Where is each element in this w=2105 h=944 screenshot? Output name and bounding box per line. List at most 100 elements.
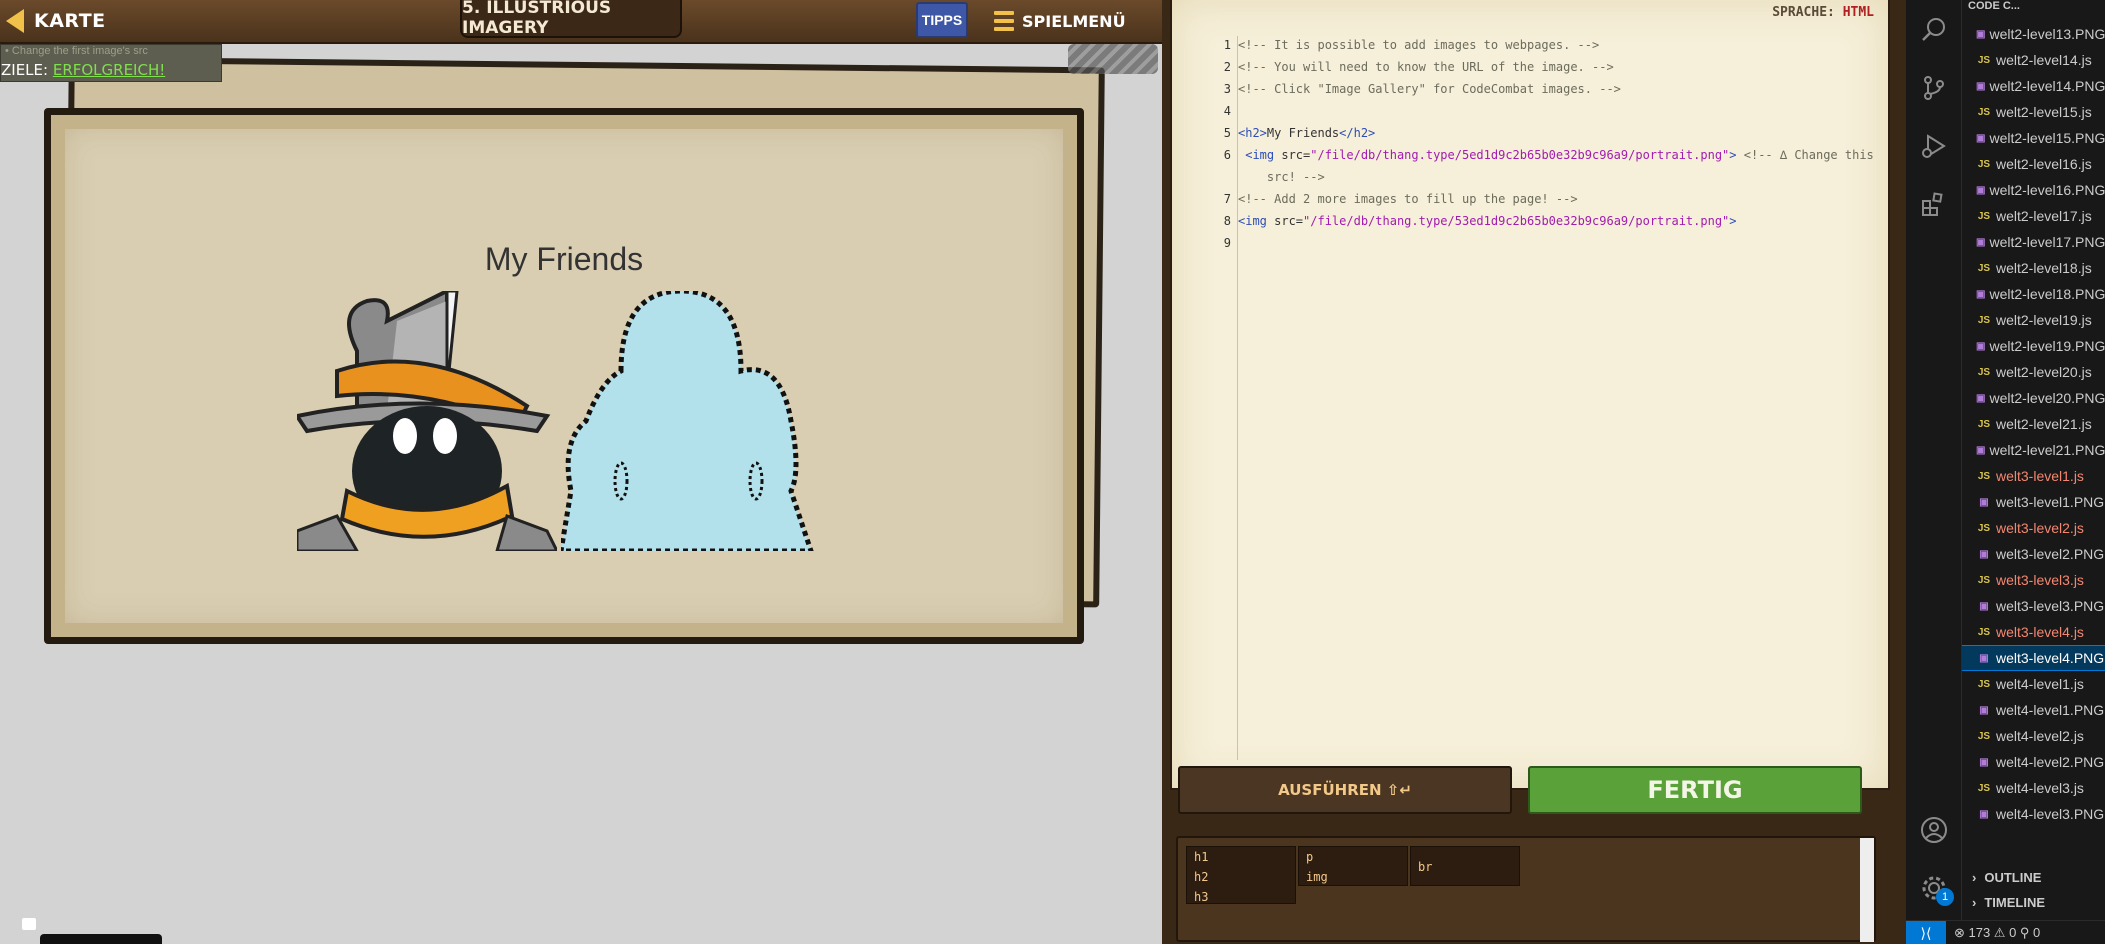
- code-token: <!-- It is possible to add images to web…: [1238, 38, 1600, 52]
- file-item[interactable]: ▣ welt2-level15.PNG: [1962, 126, 2105, 150]
- account-icon[interactable]: [1920, 816, 1948, 844]
- file-name: welt4-level3.PNG: [1996, 806, 2105, 822]
- file-item[interactable]: JS welt4-level1.js: [1962, 672, 2105, 696]
- game-top-bar: KARTE 5. ILLUSTRIOUS IMAGERY TIPPS SPIEL…: [0, 0, 1162, 44]
- snippet-p[interactable]: p: [1306, 850, 1313, 864]
- file-item[interactable]: ▣ welt2-level14.PNG: [1962, 74, 2105, 98]
- file-name: welt3-level1.PNG: [1996, 494, 2105, 510]
- code-line[interactable]: <img src="/file/db/thang.type/53ed1d9c2b…: [1238, 214, 1737, 228]
- file-item[interactable]: ▣ welt3-level2.PNG: [1962, 542, 2105, 566]
- file-item[interactable]: JS welt2-level19.js: [1962, 308, 2105, 332]
- file-name: welt2-level16.js: [1996, 156, 2092, 172]
- wizard-portrait: [297, 291, 557, 551]
- file-item[interactable]: JS welt2-level14.js: [1962, 48, 2105, 72]
- image-file-icon: ▣: [1976, 288, 1986, 300]
- code-line[interactable]: <!-- It is possible to add images to web…: [1238, 38, 1599, 52]
- timeline-section[interactable]: › TIMELINE: [1972, 895, 2045, 910]
- problems-status[interactable]: ⊗ 173 ⚠ 0 ⚲ 0: [1954, 925, 2040, 941]
- game-menu-button[interactable]: SPIELMENÜ: [994, 6, 1126, 36]
- js-file-icon: JS: [1977, 54, 1991, 66]
- code-line[interactable]: <!-- You will need to know the URL of th…: [1238, 60, 1614, 74]
- file-name: welt2-level19.js: [1996, 312, 2092, 328]
- file-item[interactable]: JS welt3-level3.js: [1962, 568, 2105, 592]
- file-item[interactable]: JS welt2-level16.js: [1962, 152, 2105, 176]
- extensions-icon[interactable]: [1920, 190, 1948, 218]
- code-token: "/file/db/thang.type/5ed1d9c2b65b0e32b9c…: [1310, 148, 1730, 162]
- file-item[interactable]: JS welt2-level17.js: [1962, 204, 2105, 228]
- explorer-title[interactable]: CODE C...: [1968, 0, 2020, 14]
- code-line[interactable]: <h2>My Friends</h2>: [1238, 126, 1375, 140]
- js-file-icon: JS: [1977, 262, 1991, 274]
- snippet-br[interactable]: br: [1418, 860, 1432, 874]
- code-line[interactable]: <img src="/file/db/thang.type/5ed1d9c2b6…: [1238, 148, 1874, 162]
- search-icon[interactable]: [1920, 16, 1948, 44]
- code-line[interactable]: <!-- Click "Image Gallery" for CodeComba…: [1238, 82, 1621, 96]
- outline-section[interactable]: › OUTLINE: [1972, 870, 2041, 885]
- snippet-img[interactable]: img: [1306, 870, 1328, 884]
- line-number: 9: [1223, 236, 1231, 250]
- file-item[interactable]: ▣ welt2-level20.PNG: [1962, 386, 2105, 410]
- snippet-palette: h1 h2 h3 p img br: [1176, 836, 1876, 942]
- file-item[interactable]: ▣ welt2-level17.PNG: [1962, 230, 2105, 254]
- snippet-scrollbar[interactable]: [1860, 838, 1874, 942]
- image-file-icon: ▣: [1979, 548, 1989, 560]
- file-name: welt4-level2.PNG: [1996, 754, 2105, 770]
- js-file-icon: JS: [1977, 418, 1991, 430]
- snippet-h3[interactable]: h3: [1194, 890, 1208, 904]
- back-to-map-button[interactable]: KARTE: [6, 4, 106, 38]
- chat-icon[interactable]: [22, 918, 36, 930]
- game-menu-label: SPIELMENÜ: [1022, 11, 1126, 31]
- file-item[interactable]: JS welt2-level18.js: [1962, 256, 2105, 280]
- snippet-h2[interactable]: h2: [1194, 870, 1208, 884]
- remote-icon[interactable]: ⟩⟨: [1906, 921, 1946, 944]
- run-button[interactable]: AUSFÜHREN ⇧↵: [1178, 766, 1512, 814]
- file-name: welt2-level13.PNG: [1989, 26, 2105, 42]
- file-item[interactable]: JS welt4-level2.js: [1962, 724, 2105, 748]
- code-token: src=: [1266, 214, 1304, 228]
- file-item[interactable]: ▣ welt2-level19.PNG: [1962, 334, 2105, 358]
- file-item[interactable]: JS welt2-level20.js: [1962, 360, 2105, 384]
- file-item[interactable]: JS welt2-level21.js: [1962, 412, 2105, 436]
- file-name: welt2-level17.js: [1996, 208, 2092, 224]
- back-arrow-icon: [6, 9, 24, 33]
- file-item[interactable]: JS welt3-level1.js: [1962, 464, 2105, 488]
- file-item[interactable]: ▣ welt4-level3.PNG: [1962, 802, 2105, 826]
- file-item[interactable]: JS welt4-level3.js: [1962, 776, 2105, 800]
- image-file-icon: ▣: [1979, 652, 1989, 664]
- file-item[interactable]: ▣ welt2-level21.PNG: [1962, 438, 2105, 462]
- line-number: 1: [1223, 38, 1231, 52]
- settings-update-badge: 1: [1936, 888, 1954, 906]
- file-item[interactable]: ▣ welt2-level18.PNG: [1962, 282, 2105, 306]
- file-item[interactable]: JS welt3-level2.js: [1962, 516, 2105, 540]
- goals-panel[interactable]: • Change the first image's src ZIELE: ER…: [0, 44, 222, 82]
- hints-button[interactable]: TIPPS: [916, 2, 968, 38]
- file-item[interactable]: ▣ welt2-level13.PNG: [1962, 22, 2105, 46]
- file-item[interactable]: ▣ welt3-level1.PNG: [1962, 490, 2105, 514]
- file-item[interactable]: ▣ welt3-level4.PNG: [1962, 645, 2105, 671]
- goal-item: • Change the first image's src: [5, 45, 148, 57]
- code-line[interactable]: <!-- Add 2 more images to fill up the pa…: [1238, 192, 1578, 206]
- file-item[interactable]: ▣ welt4-level1.PNG: [1962, 698, 2105, 722]
- image-file-icon: ▣: [1979, 756, 1989, 768]
- image-file-icon: ▣: [1976, 236, 1986, 248]
- file-item[interactable]: ▣ welt2-level16.PNG: [1962, 178, 2105, 202]
- done-button[interactable]: FERTIG: [1528, 766, 1862, 814]
- file-item[interactable]: ▣ welt4-level2.PNG: [1962, 750, 2105, 774]
- file-item[interactable]: JS welt3-level4.js: [1962, 620, 2105, 644]
- line-gutter: 1 2 3 4 5 6 7 8 9: [1210, 36, 1238, 760]
- image-file-icon: ▣: [1976, 28, 1986, 40]
- js-file-icon: JS: [1977, 522, 1991, 534]
- activity-bar: 1: [1906, 0, 1962, 920]
- image-file-icon: ▣: [1976, 444, 1986, 456]
- code-line[interactable]: src! -->: [1238, 170, 1325, 184]
- file-name: welt3-level1.js: [1996, 468, 2084, 484]
- file-item[interactable]: JS welt2-level15.js: [1962, 100, 2105, 124]
- file-item[interactable]: ▣ welt3-level3.PNG: [1962, 594, 2105, 618]
- js-file-icon: JS: [1977, 366, 1991, 378]
- run-debug-icon[interactable]: [1920, 132, 1948, 160]
- code-token: <!-- Add 2 more images to fill up the pa…: [1238, 192, 1578, 206]
- source-control-icon[interactable]: [1920, 74, 1948, 102]
- code-editor[interactable]: SPRACHE: HTML 1 2 3 4 5 6 7 8 9 <!-- It is possi…: [1170, 0, 1890, 790]
- snippet-h1[interactable]: h1: [1194, 850, 1208, 864]
- image-file-icon: ▣: [1979, 496, 1989, 508]
